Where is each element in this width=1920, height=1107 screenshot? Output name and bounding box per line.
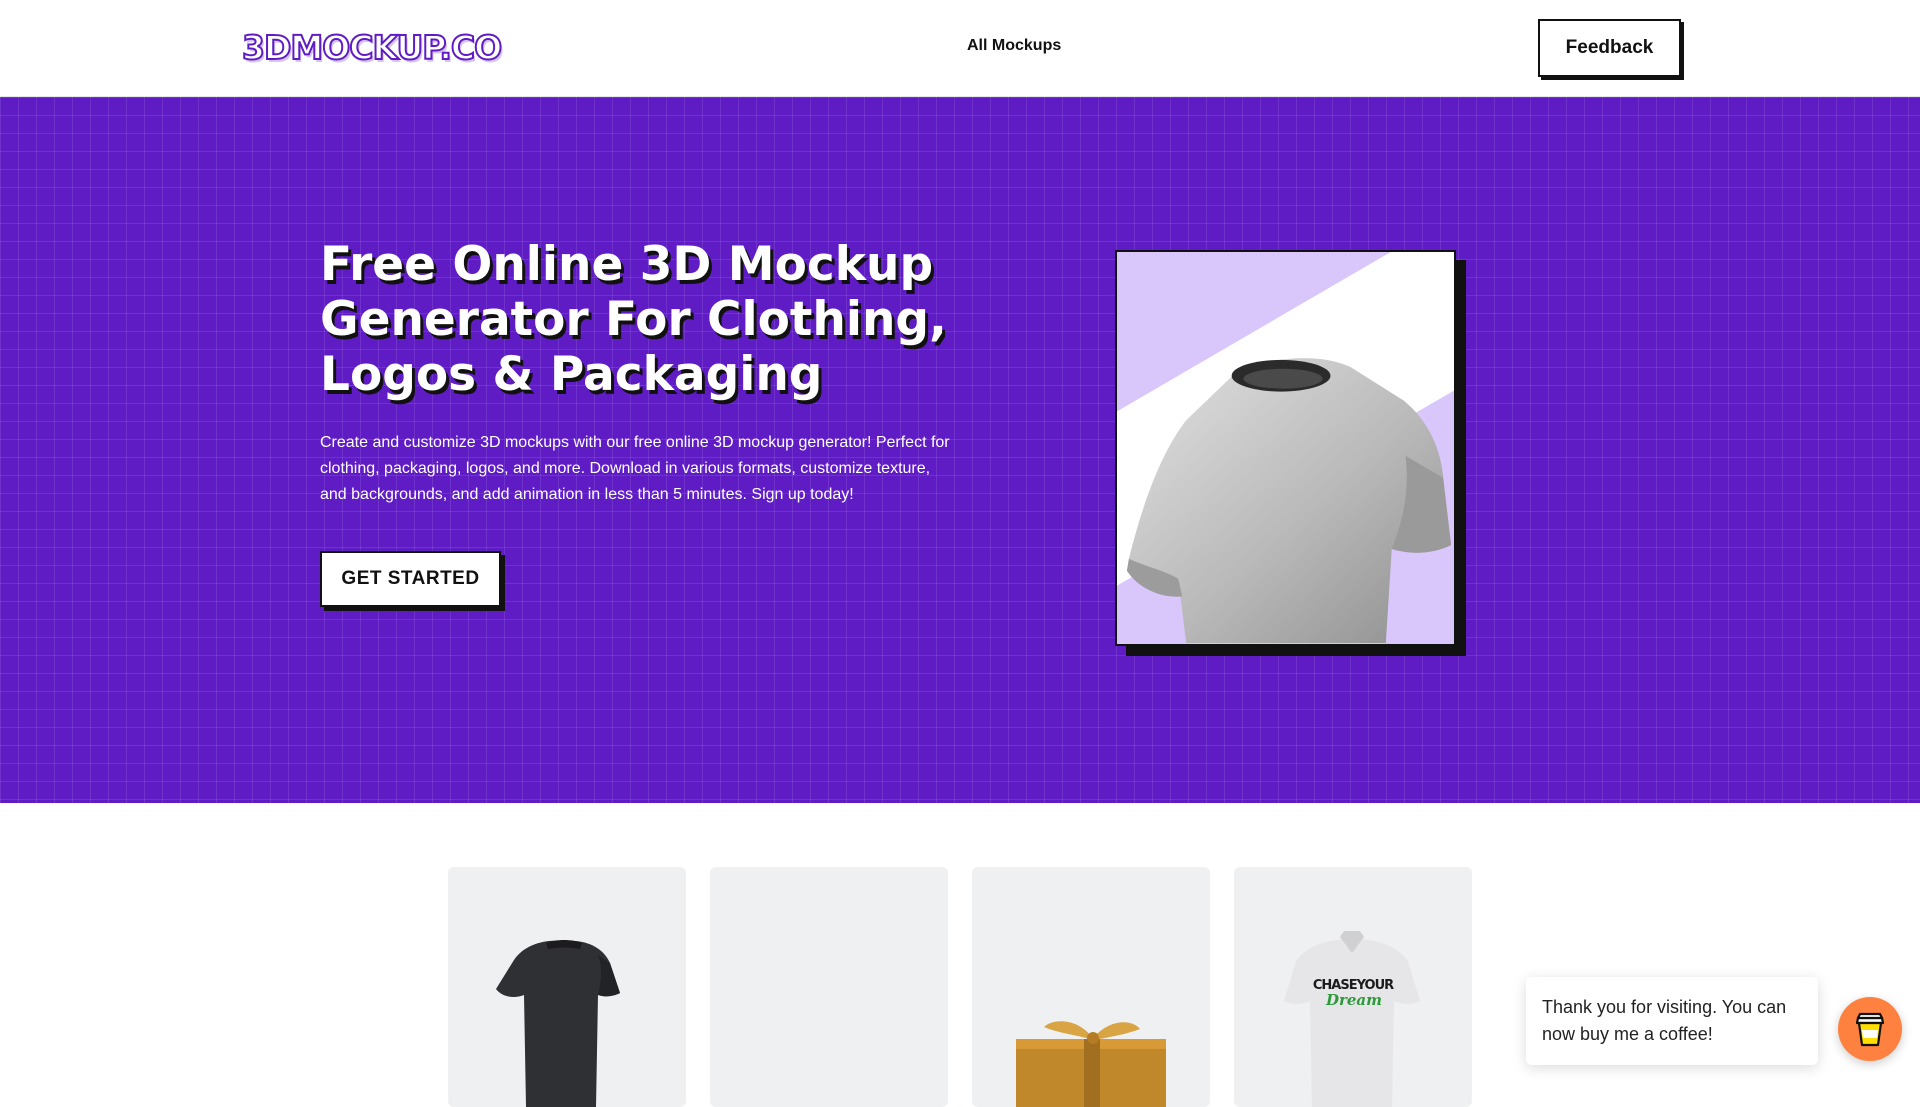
hero-description: Create and customize 3D mockups with our… [320,434,950,503]
mockup-card-dark-tshirt[interactable] [448,867,686,1107]
mockup-card-polo-shirt[interactable]: CHASEYOUR Dream [1234,867,1472,1107]
nav-all-mockups-link[interactable]: All Mockups [967,37,1061,55]
mockup-card-gift-box[interactable] [972,867,1210,1107]
tshirt-illustration [1117,252,1454,644]
get-started-button[interactable]: GET STARTED [320,551,501,607]
dark-tshirt-icon [496,940,620,1107]
coffee-popup-message: Thank you for visiting. You can now buy … [1526,977,1818,1065]
mockup-card-blank[interactable] [710,867,948,1107]
white-polo-shirt-icon: CHASEYOUR Dream [1284,931,1420,1107]
hero-title: Free Online 3D Mockup Generator For Clot… [320,237,947,402]
site-header: 3DMOCKUP.CO All Mockups Feedback [0,0,1920,97]
feedback-button[interactable]: Feedback [1538,19,1681,77]
coffee-cup-icon [1855,1012,1885,1047]
site-logo[interactable]: 3DMOCKUP.CO [241,26,503,70]
gift-box-icon [1016,1021,1166,1107]
mockup-cards: CHASEYOUR Dream [448,867,1472,1107]
buy-me-coffee-button[interactable] [1838,997,1902,1061]
hero-tshirt-image [1115,250,1456,646]
hero-section: Free Online 3D Mockup Generator For Clot… [0,97,1920,803]
svg-text:Dream: Dream [1325,991,1382,1009]
